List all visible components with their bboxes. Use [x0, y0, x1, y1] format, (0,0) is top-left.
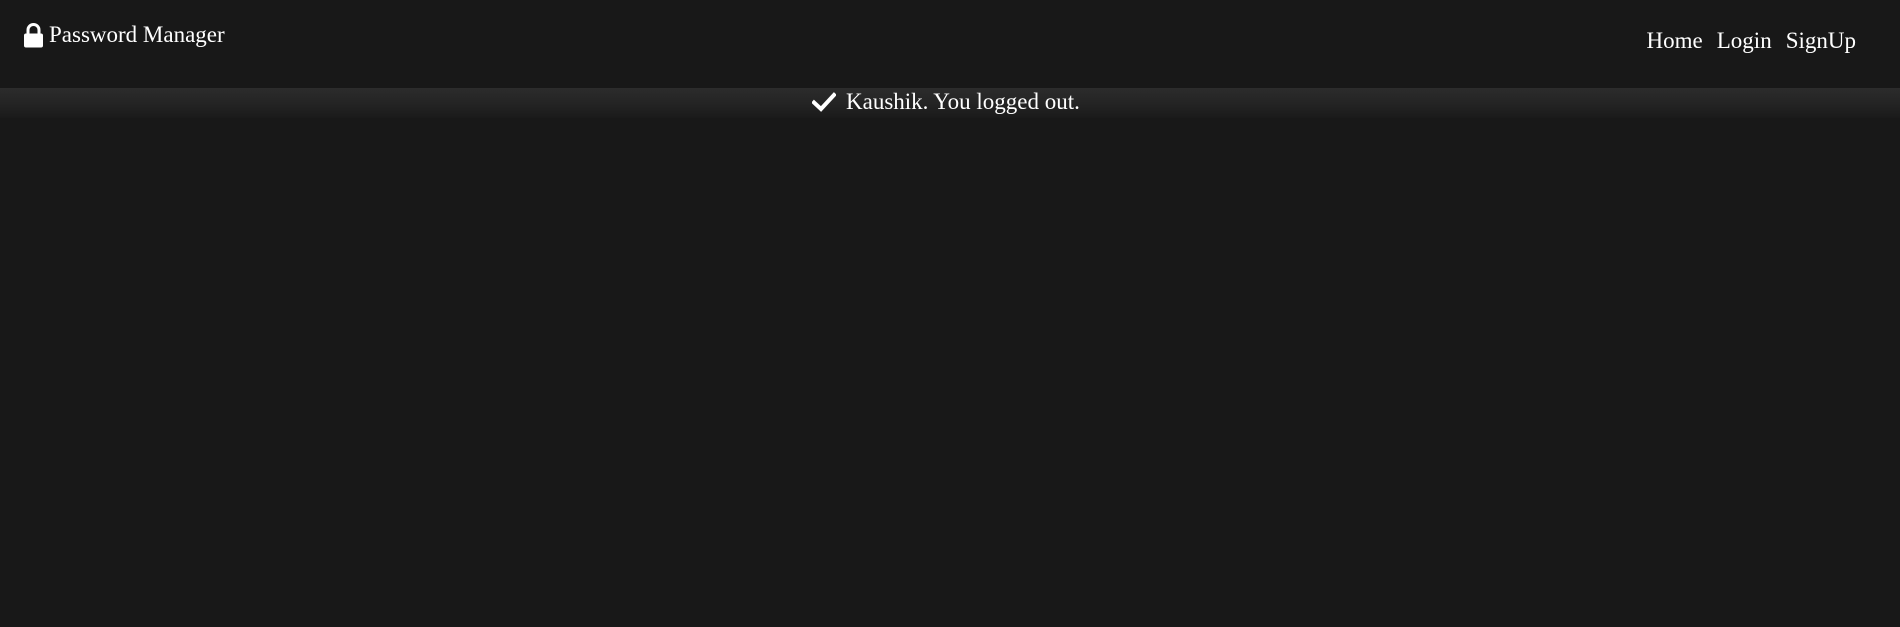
nav-links: Home Login SignUp — [1647, 26, 1856, 56]
check-icon — [811, 92, 837, 112]
navbar: Password Manager Home Login SignUp — [0, 0, 1900, 88]
flash-message: Kaushik. You logged out. — [811, 86, 1080, 118]
brand-link[interactable]: Password Manager — [23, 20, 225, 50]
nav-link-login[interactable]: Login — [1717, 26, 1772, 56]
nav-link-home[interactable]: Home — [1647, 26, 1703, 56]
brand-label: Password Manager — [49, 22, 225, 47]
flash-text: Kaushik. You logged out. — [846, 89, 1080, 114]
lock-icon — [23, 22, 44, 48]
nav-link-signup[interactable]: SignUp — [1786, 26, 1856, 56]
